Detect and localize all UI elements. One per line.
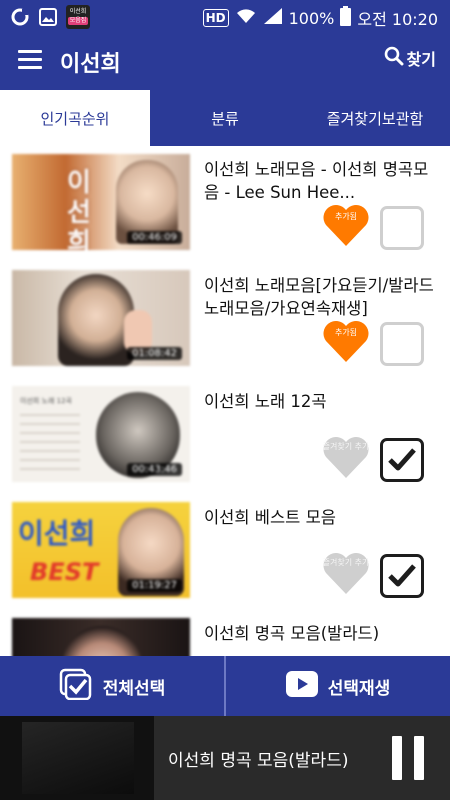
play-selected-button[interactable]: 선택재생 (226, 656, 450, 716)
tab-bar: 인기곡순위 분류 즐겨찾기보관함 (0, 90, 450, 146)
duration-badge: 00:43:46 (127, 463, 182, 476)
heart-label: 즐겨찾기 추가 (322, 442, 370, 451)
select-all-label: 전체선택 (102, 678, 166, 699)
status-bar: 이선희 모음집 HD 100% 오전 10:20 (0, 0, 450, 34)
item-title[interactable]: 이선희 베스트 모음 (204, 506, 440, 529)
battery-icon (340, 6, 352, 30)
thumbnail-best-text: BEST (30, 558, 99, 586)
app-notification-icon: 이선희 모음집 (66, 5, 90, 29)
app-bar: 이선희 찾기 (0, 34, 450, 90)
item-title[interactable]: 이선희 노래 12곡 (204, 390, 440, 413)
thumbnail-text: 이선희 노래 12곡 (20, 397, 72, 405)
thumbnail-text: 이 선 희 (67, 168, 91, 250)
heart-label: 추가됨 (334, 328, 358, 337)
video-thumbnail: 이선희 노래 12곡 00:43:46 (12, 386, 190, 482)
favorite-heart-button[interactable]: 추가됨 (322, 318, 370, 364)
video-thumbnail: 01:08:42 (12, 270, 190, 366)
heart-icon (323, 321, 369, 362)
battery-percent: 100% (288, 8, 335, 28)
wifi-icon (235, 7, 257, 29)
app-badge-line2: 모음집 (68, 17, 88, 25)
action-bar: 전체선택 선택재생 (0, 656, 450, 716)
page-title: 이선희 (60, 52, 121, 77)
favorite-heart-button[interactable]: 즐겨찾기 추가 (322, 550, 370, 596)
heart-icon (323, 553, 369, 594)
play-selected-label: 선택재생 (327, 678, 391, 699)
item-title[interactable]: 이선희 명곡 모음(발라드) (204, 622, 440, 645)
list-item[interactable]: 이선희 BEST 01:19:27 이선희 베스트 모음 즐겨찾기 추가 (0, 494, 450, 610)
select-checkbox[interactable] (380, 322, 424, 366)
select-checkbox[interactable] (380, 554, 424, 598)
video-thumbnail: 이선희 BEST 01:19:27 (12, 502, 190, 598)
app-badge-line1: 이선희 (69, 8, 87, 15)
hd-badge: HD (202, 9, 229, 27)
item-title[interactable]: 이선희 노래모음[가요듣기/발라드노래모음/가요연속재생] (204, 274, 440, 320)
heart-label: 즐겨찾기 추가 (322, 558, 370, 567)
select-checkbox[interactable] (380, 206, 424, 250)
video-thumbnail: 이 선 희 00:46:09 (12, 154, 190, 250)
item-title[interactable]: 이선희 노래모음 - 이선희 명곡모음 - Lee Sun Hee... (204, 158, 440, 204)
select-all-button[interactable]: 전체선택 (0, 656, 224, 716)
search-icon (384, 46, 404, 70)
tab-category[interactable]: 분류 (150, 90, 300, 146)
list-item[interactable]: 01:08:42 이선희 노래모음[가요듣기/발라드노래모음/가요연속재생] 추… (0, 262, 450, 378)
checkmark-icon (388, 564, 416, 587)
sync-icon (10, 6, 30, 28)
tab-popular-ranking[interactable]: 인기곡순위 (0, 90, 150, 146)
player-thumbnail (0, 716, 154, 800)
select-all-icon (59, 668, 93, 705)
now-playing-title: 이선희 명곡 모음(발라드) (168, 751, 349, 771)
tab-favorites[interactable]: 즐겨찾기보관함 (300, 90, 450, 146)
hamburger-menu-icon[interactable] (18, 50, 42, 70)
search-label: 찾기 (406, 50, 436, 69)
heart-label: 추가됨 (334, 212, 358, 221)
list-item[interactable]: 이선희 명곡 모음(발라드) (0, 610, 450, 656)
select-checkbox[interactable] (380, 438, 424, 482)
search-button[interactable]: 찾기 (384, 46, 436, 70)
favorite-heart-button[interactable]: 추가됨 (322, 202, 370, 248)
youtube-play-icon (285, 670, 318, 702)
checkmark-icon (388, 448, 416, 471)
favorite-heart-button[interactable]: 즐겨찾기 추가 (322, 434, 370, 480)
signal-icon (263, 7, 283, 29)
heart-icon (323, 205, 369, 246)
gallery-icon (38, 6, 58, 28)
video-thumbnail (12, 618, 190, 656)
heart-icon (323, 437, 369, 478)
duration-badge: 00:46:09 (127, 231, 182, 244)
clock: 오전 10:20 (357, 10, 438, 29)
duration-badge: 01:08:42 (127, 347, 182, 360)
pause-icon[interactable] (392, 736, 426, 780)
mini-player[interactable]: 이선희 명곡 모음(발라드) (0, 716, 450, 800)
song-list: 이 선 희 00:46:09 이선희 노래모음 - 이선희 명곡모음 - Lee… (0, 146, 450, 656)
list-item[interactable]: 이선희 노래 12곡 00:43:46 이선희 노래 12곡 즐겨찾기 추가 (0, 378, 450, 494)
list-item[interactable]: 이 선 희 00:46:09 이선희 노래모음 - 이선희 명곡모음 - Lee… (0, 146, 450, 262)
duration-badge: 01:19:27 (127, 579, 182, 592)
thumbnail-text: 이선희 (18, 517, 96, 550)
